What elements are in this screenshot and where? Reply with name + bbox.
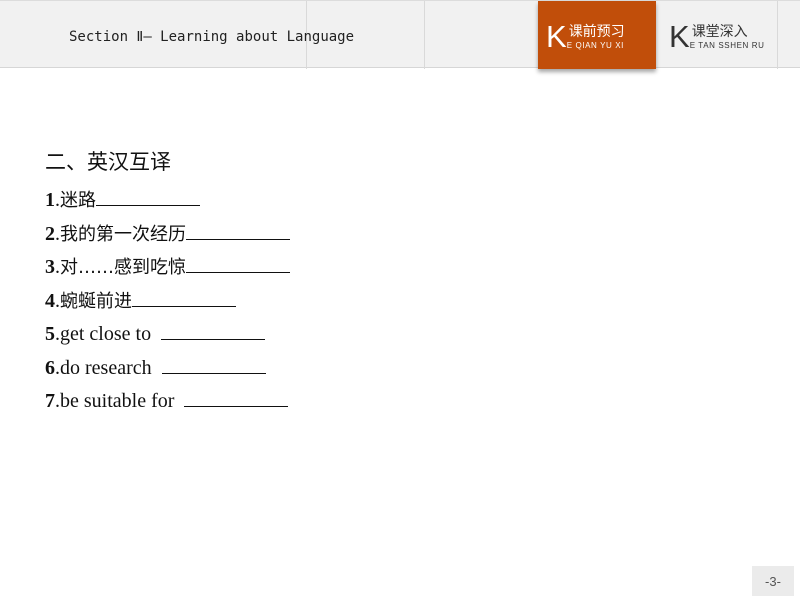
tab-label: 课前预习 — [568, 23, 625, 40]
answer-blank[interactable] — [132, 305, 236, 307]
item-prompt: 蜿蜒前进 — [60, 290, 132, 312]
item-number: 5 — [45, 323, 55, 345]
exercise-item: 2.我的第一次经历 — [45, 218, 290, 252]
tab-label: 课堂深入 — [691, 23, 748, 40]
k-logo-icon: K — [669, 18, 690, 54]
exercise-item: 4.蜿蜒前进 — [45, 285, 290, 319]
exercise-item: 6.do research — [45, 352, 290, 386]
exercise-item: 5.get close to — [45, 318, 290, 352]
answer-blank[interactable] — [186, 238, 290, 240]
item-number: 3 — [45, 256, 55, 278]
answer-blank[interactable] — [161, 338, 266, 340]
tab-pinyin: E TAN SSHEN RU — [689, 40, 765, 50]
item-prompt: be suitable for — [60, 390, 175, 412]
exercise-heading: 二、英汉互译 — [45, 150, 171, 174]
item-prompt: 我的第一次经历 — [60, 223, 186, 245]
item-prompt: 迷路 — [60, 190, 96, 211]
item-prompt: 对……感到吃惊 — [60, 257, 186, 278]
item-prompt: get close to — [60, 323, 152, 345]
item-number: 2 — [45, 222, 55, 245]
tab-pinyin: E QIAN YU XI — [566, 40, 624, 50]
item-number: 6 — [45, 356, 55, 379]
answer-blank[interactable] — [184, 405, 289, 407]
k-logo-icon: K — [546, 18, 567, 54]
exercise-content: 二、英汉互译 1.迷路 2.我的第一次经历 3.对……感到吃惊 4.蜿蜒前进 5… — [45, 146, 290, 419]
page-number: -3- — [752, 566, 794, 596]
exercise-item: 3.对……感到吃惊 — [45, 251, 290, 285]
section-title: Section Ⅱ— Learning about Language — [69, 29, 355, 45]
item-number: 7 — [45, 390, 55, 412]
header-bar: Section Ⅱ— Learning about Language K 课前预… — [0, 0, 800, 69]
tab-preview[interactable]: K 课前预习 E QIAN YU XI — [538, 1, 656, 69]
answer-blank[interactable] — [161, 372, 266, 374]
item-prompt: do research — [60, 356, 152, 379]
item-number: 4 — [45, 289, 55, 312]
exercise-item: 1.迷路 — [45, 184, 290, 218]
answer-blank[interactable] — [186, 271, 290, 273]
answer-blank[interactable] — [96, 204, 200, 206]
item-number: 1 — [45, 189, 55, 211]
exercise-item: 7.be suitable for — [45, 385, 290, 419]
header-divider — [424, 1, 425, 69]
tab-in-class[interactable]: K 课堂深入 E TAN SSHEN RU — [661, 1, 779, 69]
